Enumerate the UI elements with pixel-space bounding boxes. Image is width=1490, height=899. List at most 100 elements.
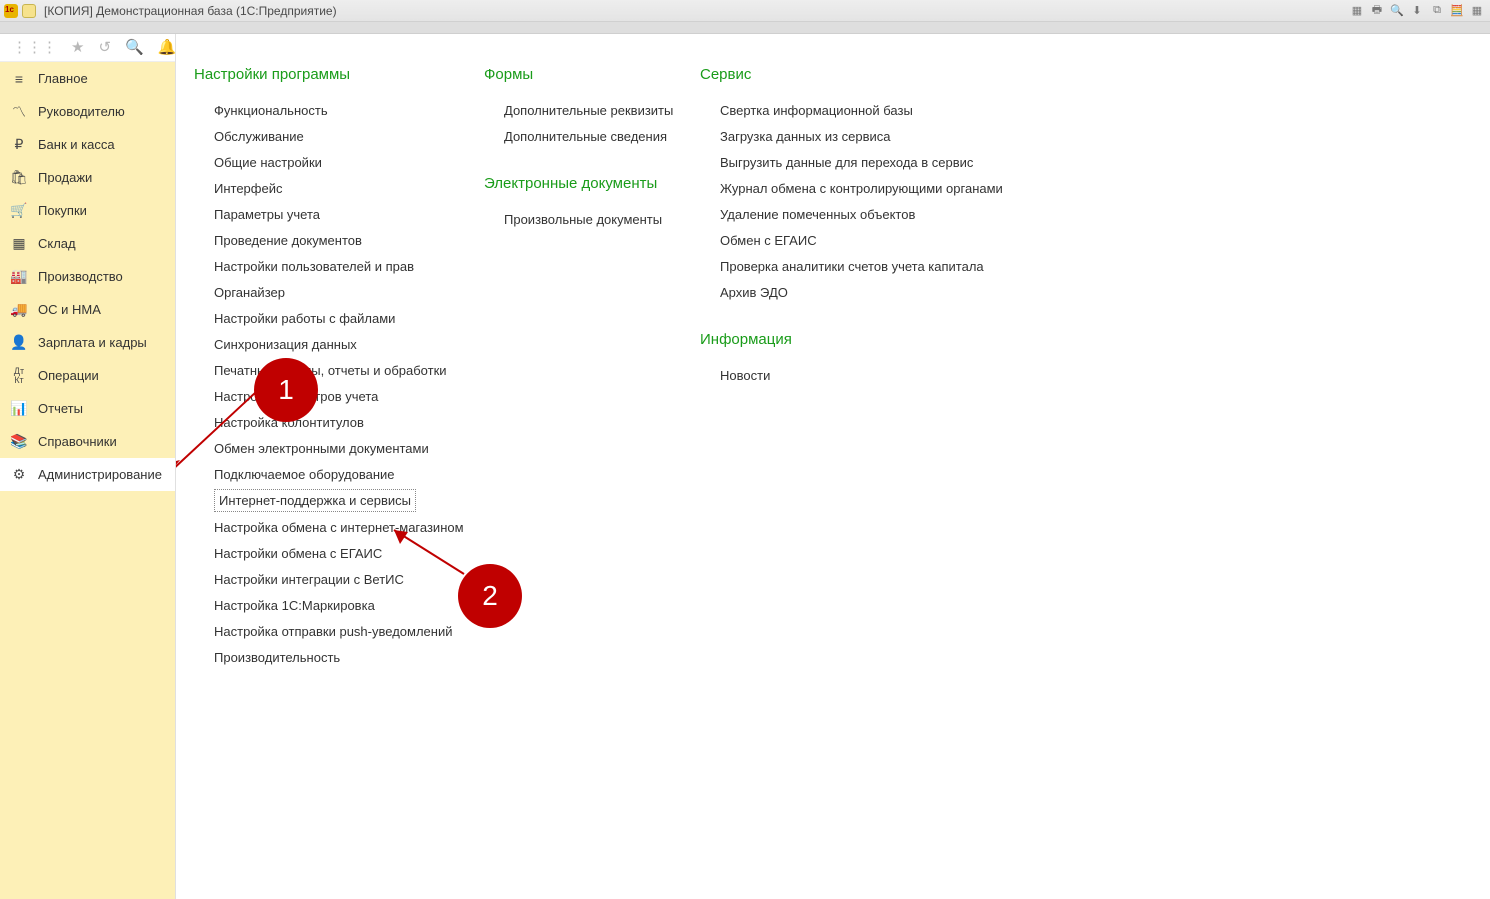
- link-maintenance[interactable]: Обслуживание: [214, 123, 484, 149]
- link-load-from-service[interactable]: Загрузка данных из сервиса: [720, 123, 1020, 149]
- sidebar-item-label: Главное: [38, 71, 88, 86]
- link-registers[interactable]: Настройки регистров учета: [214, 383, 484, 409]
- sidebar-item-label: Операции: [38, 368, 99, 383]
- sidebar-item-label: Банк и касса: [38, 137, 115, 152]
- link-list-program-settings: Функциональность Обслуживание Общие наст…: [194, 97, 484, 670]
- link-accounting-params[interactable]: Параметры учета: [214, 201, 484, 227]
- ruble-icon: ₽: [10, 136, 28, 153]
- bell-icon[interactable]: 🔔: [158, 40, 177, 55]
- link-edo-archive[interactable]: Архив ЭДО: [720, 279, 1020, 305]
- sidebar-item-manager[interactable]: 〽 Руководителю: [0, 95, 175, 128]
- col-forms-edocs: Формы Дополнительные реквизиты Дополните…: [484, 66, 700, 670]
- link-general-settings[interactable]: Общие настройки: [214, 149, 484, 175]
- tb-docsearch-icon[interactable]: 🔍: [1388, 3, 1406, 19]
- sidebar: ⋮⋮⋮ ★ ↺ 🔍 🔔 ≡ Главное 〽 Руководителю ₽ Б…: [0, 34, 176, 899]
- link-data-sync[interactable]: Синхронизация данных: [214, 331, 484, 357]
- search-icon[interactable]: 🔍: [125, 40, 144, 55]
- link-list-service: Свертка информационной базы Загрузка дан…: [700, 97, 1020, 305]
- link-news[interactable]: Новости: [720, 362, 1020, 388]
- sidebar-item-label: Справочники: [38, 434, 117, 449]
- sidebar-item-hr[interactable]: 👤 Зарплата и кадры: [0, 326, 175, 359]
- tb-grid-icon[interactable]: ▦: [1348, 3, 1366, 19]
- link-interface[interactable]: Интерфейс: [214, 175, 484, 201]
- link-headers-footers[interactable]: Настройка колонтитулов: [214, 409, 484, 435]
- dtkt-icon: ДтКт: [10, 367, 28, 385]
- window-titlebar: [КОПИЯ] Демонстрационная база (1С:Предпр…: [0, 0, 1490, 22]
- link-files-settings[interactable]: Настройки работы с файлами: [214, 305, 484, 331]
- link-additional-info[interactable]: Дополнительные сведения: [504, 123, 700, 149]
- trend-icon: 〽: [10, 102, 28, 122]
- sidebar-item-sales[interactable]: 🛍 Продажи: [0, 161, 175, 194]
- link-list-forms: Дополнительные реквизиты Дополнительные …: [484, 97, 700, 149]
- factory-icon: 🏭: [10, 268, 28, 285]
- sidebar-item-label: ОС и НМА: [38, 302, 101, 317]
- tb-calc-icon[interactable]: 🧮: [1448, 3, 1466, 19]
- link-export-to-service[interactable]: Выгрузить данные для перехода в сервис: [720, 149, 1020, 175]
- sidebar-item-reports[interactable]: 📊 Отчеты: [0, 392, 175, 425]
- sidebar-nav: ≡ Главное 〽 Руководителю ₽ Банк и касса …: [0, 62, 175, 491]
- sidebar-item-label: Отчеты: [38, 401, 83, 416]
- link-additional-props[interactable]: Дополнительные реквизиты: [504, 97, 700, 123]
- sidebar-item-label: Производство: [38, 269, 123, 284]
- tb-calendar-icon[interactable]: ▦: [1468, 3, 1486, 19]
- section-title: Информация: [700, 331, 1020, 348]
- tb-print-icon[interactable]: 🖶: [1368, 3, 1386, 19]
- tb-compare-icon[interactable]: ⧉: [1428, 3, 1446, 19]
- person-icon: 👤: [10, 334, 28, 351]
- section-title: Сервис: [700, 66, 1020, 83]
- app-1c-icon: [4, 4, 18, 18]
- link-functionality[interactable]: Функциональность: [214, 97, 484, 123]
- link-regulator-exchange-log[interactable]: Журнал обмена с контролирующими органами: [720, 175, 1020, 201]
- sidebar-item-label: Администрирование: [38, 467, 162, 482]
- sidebar-item-purchases[interactable]: 🛒 Покупки: [0, 194, 175, 227]
- link-db-rollup[interactable]: Свертка информационной базы: [720, 97, 1020, 123]
- link-capital-analytics[interactable]: Проверка аналитики счетов учета капитала: [720, 253, 1020, 279]
- link-vetis-integration[interactable]: Настройки интеграции с ВетИС: [214, 566, 484, 592]
- link-list-info: Новости: [700, 362, 1020, 388]
- apps-icon[interactable]: ⋮⋮⋮: [12, 40, 57, 55]
- sidebar-filler: [0, 491, 175, 899]
- sidebar-item-production[interactable]: 🏭 Производство: [0, 260, 175, 293]
- tb-download-icon[interactable]: ⬇: [1408, 3, 1426, 19]
- sidebar-item-bank[interactable]: ₽ Банк и касса: [0, 128, 175, 161]
- link-posting-docs[interactable]: Проведение документов: [214, 227, 484, 253]
- link-organizer[interactable]: Органайзер: [214, 279, 484, 305]
- link-list-edocs: Произвольные документы: [484, 206, 700, 232]
- history-icon[interactable]: ↺: [98, 40, 111, 55]
- boxes-icon: ▦: [10, 235, 28, 252]
- link-connected-hw[interactable]: Подключаемое оборудование: [214, 461, 484, 487]
- gear-icon: ⚙: [10, 466, 28, 483]
- star-icon[interactable]: ★: [71, 40, 84, 55]
- main-content: Настройки программы Функциональность Обс…: [176, 34, 1490, 899]
- link-print-forms[interactable]: Печатные формы, отчеты и обработки: [214, 357, 484, 383]
- link-egais-exchange2[interactable]: Обмен с ЕГАИС: [720, 227, 1020, 253]
- link-delete-marked[interactable]: Удаление помеченных объектов: [720, 201, 1020, 227]
- link-internet-support[interactable]: Интернет-поддержка и сервисы: [214, 489, 416, 512]
- sidebar-item-main[interactable]: ≡ Главное: [0, 62, 175, 95]
- sidebar-item-administration[interactable]: ⚙ Администрирование: [0, 458, 175, 491]
- truck-icon: 🚚: [10, 301, 28, 318]
- link-1c-marking[interactable]: Настройка 1С:Маркировка: [214, 592, 484, 618]
- link-arbitrary-docs[interactable]: Произвольные документы: [504, 206, 700, 232]
- link-users-rights[interactable]: Настройки пользователей и прав: [214, 253, 484, 279]
- link-webstore-exchange[interactable]: Настройка обмена с интернет-магазином: [214, 514, 484, 540]
- section-title: Электронные документы: [484, 175, 700, 192]
- menu-icon: ≡: [10, 71, 28, 87]
- sidebar-item-warehouse[interactable]: ▦ Склад: [0, 227, 175, 260]
- link-push-notifications[interactable]: Настройка отправки push-уведомлений: [214, 618, 484, 644]
- sidebar-item-label: Покупки: [38, 203, 87, 218]
- section-title: Формы: [484, 66, 700, 83]
- sidebar-item-label: Продажи: [38, 170, 92, 185]
- nav-back-icon[interactable]: [22, 4, 36, 18]
- link-egais-exchange[interactable]: Настройки обмена с ЕГАИС: [214, 540, 484, 566]
- titlebar-tools: ▦ 🖶 🔍 ⬇ ⧉ 🧮 ▦: [1348, 3, 1486, 19]
- link-performance[interactable]: Производительность: [214, 644, 484, 670]
- sidebar-item-operations[interactable]: ДтКт Операции: [0, 359, 175, 392]
- sidebar-item-label: Зарплата и кадры: [38, 335, 147, 350]
- sidebar-tool-strip: ⋮⋮⋮ ★ ↺ 🔍 🔔: [0, 34, 175, 62]
- link-edoc-exchange[interactable]: Обмен электронными документами: [214, 435, 484, 461]
- sidebar-item-catalogs[interactable]: 📚 Справочники: [0, 425, 175, 458]
- sidebar-item-assets[interactable]: 🚚 ОС и НМА: [0, 293, 175, 326]
- col-program-settings: Настройки программы Функциональность Обс…: [194, 66, 484, 670]
- section-title: Настройки программы: [194, 66, 484, 83]
